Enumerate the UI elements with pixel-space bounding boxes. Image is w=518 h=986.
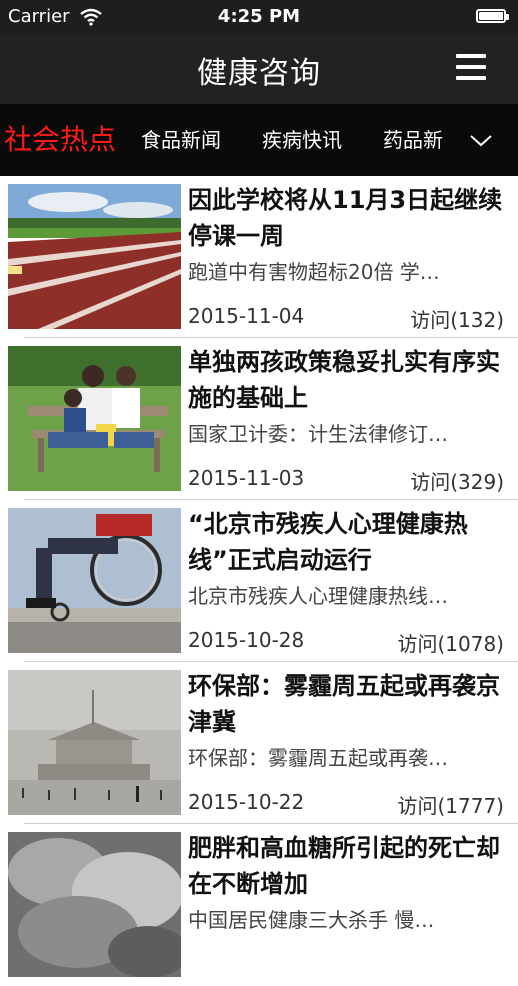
article-view-count: 访问(1777) <box>397 794 504 818</box>
article-summary: 北京市残疾人心理健康热线… <box>188 584 448 608</box>
smoke-clouds-photo <box>8 832 181 977</box>
smog-square-photo <box>8 670 181 815</box>
article-view-count: 访问(1078) <box>397 632 504 656</box>
status-time: 4:25 PM <box>217 6 301 27</box>
list-item[interactable]: 单独两孩政策稳妥扎实有序实施的基础上 国家卫计委：计生法律修订… 2015-11… <box>0 338 518 500</box>
article-summary: 国家卫计委：计生法律修订… <box>188 422 448 446</box>
article-title: 环保部：雾霾周五起或再袭京津冀 <box>188 672 500 736</box>
article-title: “北京市残疾人心理健康热线”正式启动运行 <box>188 510 468 574</box>
tab-drug-news[interactable]: 药品新 <box>383 104 443 176</box>
battery-icon <box>476 9 509 23</box>
article-title: 因此学校将从11月3日起继续停课一周 <box>188 186 503 250</box>
article-summary: 跑道中有害物超标20倍 学… <box>188 260 440 284</box>
article-date: 2015-11-04 <box>188 304 305 328</box>
tab-disease-news[interactable]: 疾病快讯 <box>262 104 342 176</box>
article-date: 2015-10-28 <box>188 628 305 652</box>
tab-food-news[interactable]: 食品新闻 <box>141 104 221 176</box>
list-item[interactable]: “北京市残疾人心理健康热线”正式启动运行 北京市残疾人心理健康热线… 2015-… <box>0 500 518 662</box>
article-title: 单独两孩政策稳妥扎实有序实施的基础上 <box>188 348 500 412</box>
tab-social-hotspot[interactable]: 社会热点 <box>4 104 116 176</box>
category-tab-bar: 社会热点 食品新闻 疾病快讯 药品新 <box>0 104 518 176</box>
article-summary: 中国居民健康三大杀手 慢… <box>188 908 435 932</box>
article-title: 肥胖和高血糖所引起的死亡却在不断增加 <box>188 834 500 898</box>
article-view-count: 访问(132) <box>410 308 504 332</box>
wheelchair-photo <box>8 508 181 653</box>
article-summary: 环保部：雾霾周五起或再袭… <box>188 746 448 770</box>
article-view-count: 访问(329) <box>410 470 504 494</box>
family-on-bench-photo <box>8 346 181 491</box>
status-bar: Carrier 4:25 PM <box>0 0 518 34</box>
article-date: 2015-10-22 <box>188 790 305 814</box>
list-item[interactable]: 肥胖和高血糖所引起的死亡却在不断增加 中国居民健康三大杀手 慢… <box>0 824 518 986</box>
chevron-down-icon[interactable] <box>468 130 494 150</box>
list-item[interactable]: 环保部：雾霾周五起或再袭京津冀 环保部：雾霾周五起或再袭… 2015-10-22… <box>0 662 518 824</box>
list-item[interactable]: 因此学校将从11月3日起继续停课一周 跑道中有害物超标20倍 学… 2015-1… <box>0 176 518 338</box>
hamburger-menu-icon[interactable] <box>456 54 486 80</box>
running-track-photo <box>8 184 181 329</box>
page-title: 健康咨询 <box>197 56 321 91</box>
nav-bar: 健康咨询 <box>0 34 518 104</box>
article-date: 2015-11-03 <box>188 466 305 490</box>
